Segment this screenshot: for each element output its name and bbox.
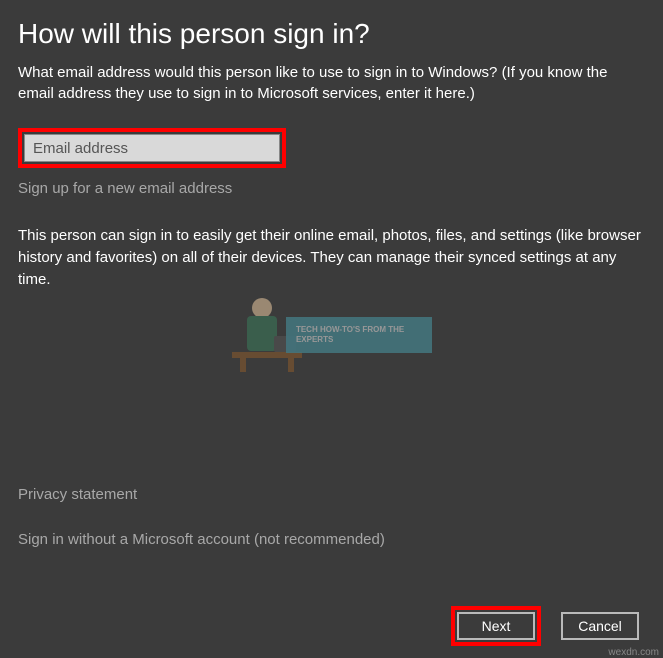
signin-without-microsoft-link[interactable]: Sign in without a Microsoft account (not… — [18, 531, 385, 548]
button-bar: Next Cancel — [451, 606, 645, 646]
page-title: How will this person sign in? — [18, 18, 645, 50]
email-field[interactable] — [24, 134, 280, 162]
cancel-button[interactable]: Cancel — [561, 612, 639, 640]
description-text: This person can sign in to easily get th… — [18, 225, 645, 290]
watermark-logo: TECH HOW-TO'S FROM THE EXPERTS — [232, 295, 432, 375]
next-button-highlight: Next — [451, 606, 541, 646]
source-attribution: wexdn.com — [608, 647, 659, 658]
email-input-highlight — [18, 128, 286, 168]
page-subtitle: What email address would this person lik… — [18, 62, 645, 104]
privacy-statement-link[interactable]: Privacy statement — [18, 486, 385, 503]
signup-link[interactable]: Sign up for a new email address — [18, 180, 645, 197]
next-button[interactable]: Next — [457, 612, 535, 640]
